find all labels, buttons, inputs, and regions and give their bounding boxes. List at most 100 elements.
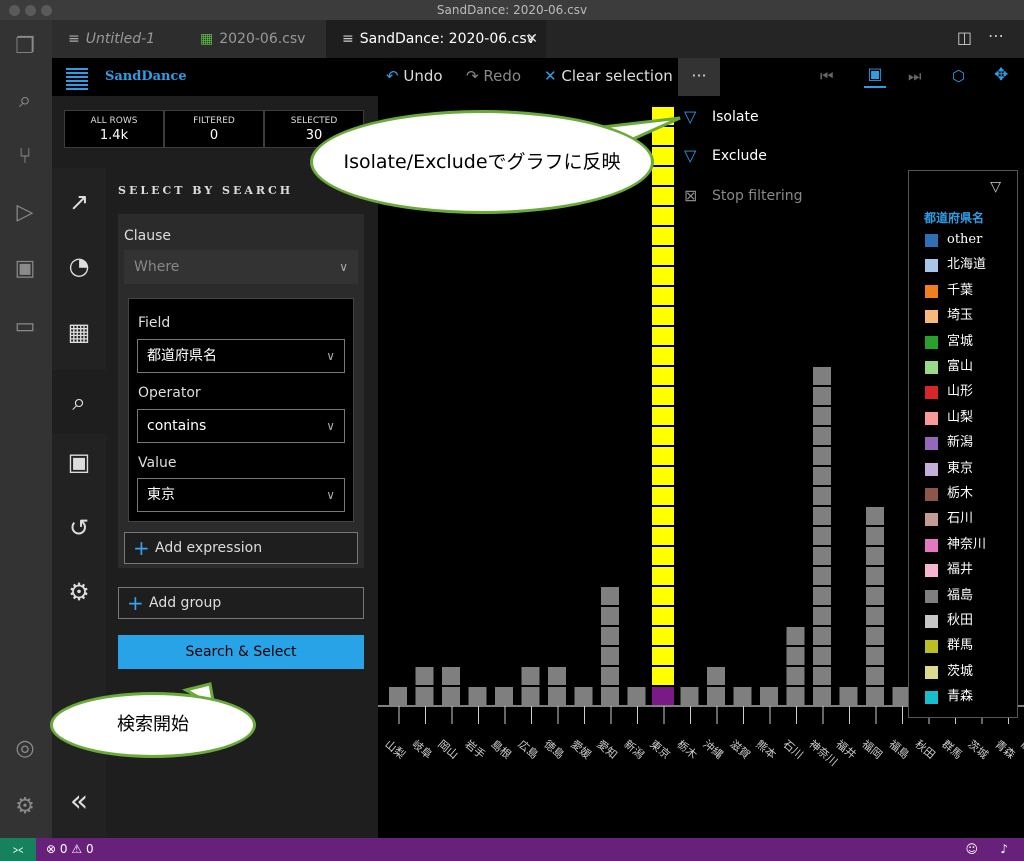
bar-unit[interactable] [786, 627, 805, 645]
legend-item[interactable]: 福井 [925, 561, 973, 579]
remote-explorer-icon[interactable]: ▭ [10, 312, 40, 342]
legend-pin-icon[interactable]: ▽ [990, 179, 1001, 195]
bar-unit[interactable] [813, 447, 831, 465]
bar-unit[interactable] [601, 587, 619, 605]
bar[interactable] [813, 367, 831, 705]
bar-unit[interactable] [866, 627, 884, 645]
bar[interactable] [521, 667, 540, 705]
bar-unit[interactable] [813, 367, 831, 385]
legend-item[interactable]: 新潟 [925, 434, 973, 452]
search-icon[interactable]: ⌕ [10, 86, 40, 116]
source-control-icon[interactable]: ⑂ [10, 142, 40, 172]
bar-unit[interactable] [813, 647, 831, 665]
bar[interactable] [442, 667, 460, 705]
bar-unit[interactable] [548, 667, 566, 685]
bar-unit[interactable] [813, 527, 831, 545]
bar-unit[interactable] [652, 427, 674, 445]
bar[interactable] [548, 667, 566, 705]
bar-unit[interactable] [813, 467, 831, 485]
run-debug-icon[interactable]: ▷ [10, 198, 40, 228]
bar-unit[interactable] [866, 687, 884, 705]
bar-unit[interactable] [468, 687, 487, 705]
bar-unit[interactable] [866, 607, 884, 625]
notifications-bell-icon[interactable]: ♪ [1000, 838, 1008, 861]
bar-unit[interactable] [652, 687, 674, 705]
bar-unit[interactable] [652, 287, 674, 305]
bar-unit[interactable] [813, 387, 831, 405]
tab-csv[interactable]: ▦ 2020-06.csv [184, 20, 326, 58]
bar-unit[interactable] [786, 647, 805, 665]
bar-unit[interactable] [389, 687, 407, 705]
bar[interactable] [652, 107, 674, 705]
bar-unit[interactable] [415, 687, 434, 705]
remote-icon[interactable]: ⪥ [0, 838, 36, 861]
bar-unit[interactable] [652, 567, 674, 585]
undo-button[interactable]: ↶ Undo [386, 67, 443, 85]
legend-item[interactable]: 宮城 [925, 333, 973, 351]
clear-selection-button[interactable]: ✕ Clear selection [544, 67, 673, 85]
bar-unit[interactable] [813, 687, 831, 705]
bar-unit[interactable] [652, 387, 674, 405]
bar-unit[interactable] [813, 407, 831, 425]
bar[interactable] [866, 507, 884, 705]
bar-unit[interactable] [627, 687, 646, 705]
legend-item[interactable]: other [925, 231, 982, 249]
bar-unit[interactable] [652, 367, 674, 385]
bar[interactable] [627, 687, 646, 705]
bar-unit[interactable] [813, 587, 831, 605]
bar-unit[interactable] [866, 507, 884, 525]
bar[interactable] [468, 687, 487, 705]
legend-item[interactable]: 千葉 [925, 282, 973, 300]
previous-snapshot-icon[interactable]: ⏮ [820, 67, 834, 85]
legend-item[interactable]: 富山 [925, 358, 973, 376]
bar-unit[interactable] [839, 687, 858, 705]
bar-unit[interactable] [652, 187, 674, 205]
bar[interactable] [786, 627, 805, 705]
legend-title[interactable]: 都道府県名 [924, 209, 984, 226]
bar-unit[interactable] [813, 547, 831, 565]
problems-indicator[interactable]: ⊗ 0 ⚠ 0 [46, 838, 94, 861]
grid-icon[interactable]: ▦ [52, 308, 106, 356]
bar-unit[interactable] [813, 487, 831, 505]
exclude-menu-item[interactable]: ▽ Exclude [678, 137, 767, 175]
bar-unit[interactable] [733, 687, 752, 705]
bar[interactable] [574, 687, 593, 705]
bar[interactable] [389, 687, 407, 705]
legend-item[interactable]: 秋田 [925, 612, 973, 630]
bar-unit[interactable] [548, 687, 566, 705]
bar-unit[interactable] [652, 467, 674, 485]
bar-unit[interactable] [652, 327, 674, 345]
bar-unit[interactable] [495, 687, 513, 705]
legend-item[interactable]: 山形 [925, 383, 973, 401]
bar[interactable] [707, 667, 725, 705]
bar-unit[interactable] [442, 667, 460, 685]
bar-unit[interactable] [652, 347, 674, 365]
camera-nav-icon[interactable]: ▣ [52, 438, 106, 486]
feedback-icon[interactable]: ☺ [965, 838, 978, 861]
settings-icon[interactable]: ⚙ [52, 568, 106, 616]
bar[interactable] [495, 687, 513, 705]
collapse-icon[interactable]: « [52, 778, 106, 826]
settings-gear-icon[interactable]: ⚙ [10, 792, 40, 822]
legend-item[interactable]: 群馬 [925, 637, 973, 655]
bar-unit[interactable] [652, 607, 674, 625]
bar-unit[interactable] [866, 667, 884, 685]
bar-unit[interactable] [652, 447, 674, 465]
operator-select[interactable]: contains ∨ [137, 409, 345, 443]
bar-unit[interactable] [652, 627, 674, 645]
bar-unit[interactable] [707, 687, 725, 705]
close-window-button[interactable] [9, 5, 20, 16]
legend-item[interactable]: 石川 [925, 510, 973, 528]
account-icon[interactable]: ◎ [10, 734, 40, 764]
close-tab-icon[interactable]: ✕ [526, 20, 538, 58]
bar[interactable] [680, 687, 699, 705]
bar-unit[interactable] [415, 667, 434, 685]
bar[interactable] [415, 667, 434, 705]
explorer-icon[interactable]: ❐ [10, 32, 40, 62]
bar-unit[interactable] [866, 647, 884, 665]
extensions-icon[interactable]: ▣ [10, 254, 40, 284]
redo-button[interactable]: ↷ Redo [466, 67, 521, 85]
bar-unit[interactable] [707, 667, 725, 685]
bar-unit[interactable] [652, 267, 674, 285]
tab-untitled[interactable]: ≡ Untitled-1 [52, 20, 184, 58]
